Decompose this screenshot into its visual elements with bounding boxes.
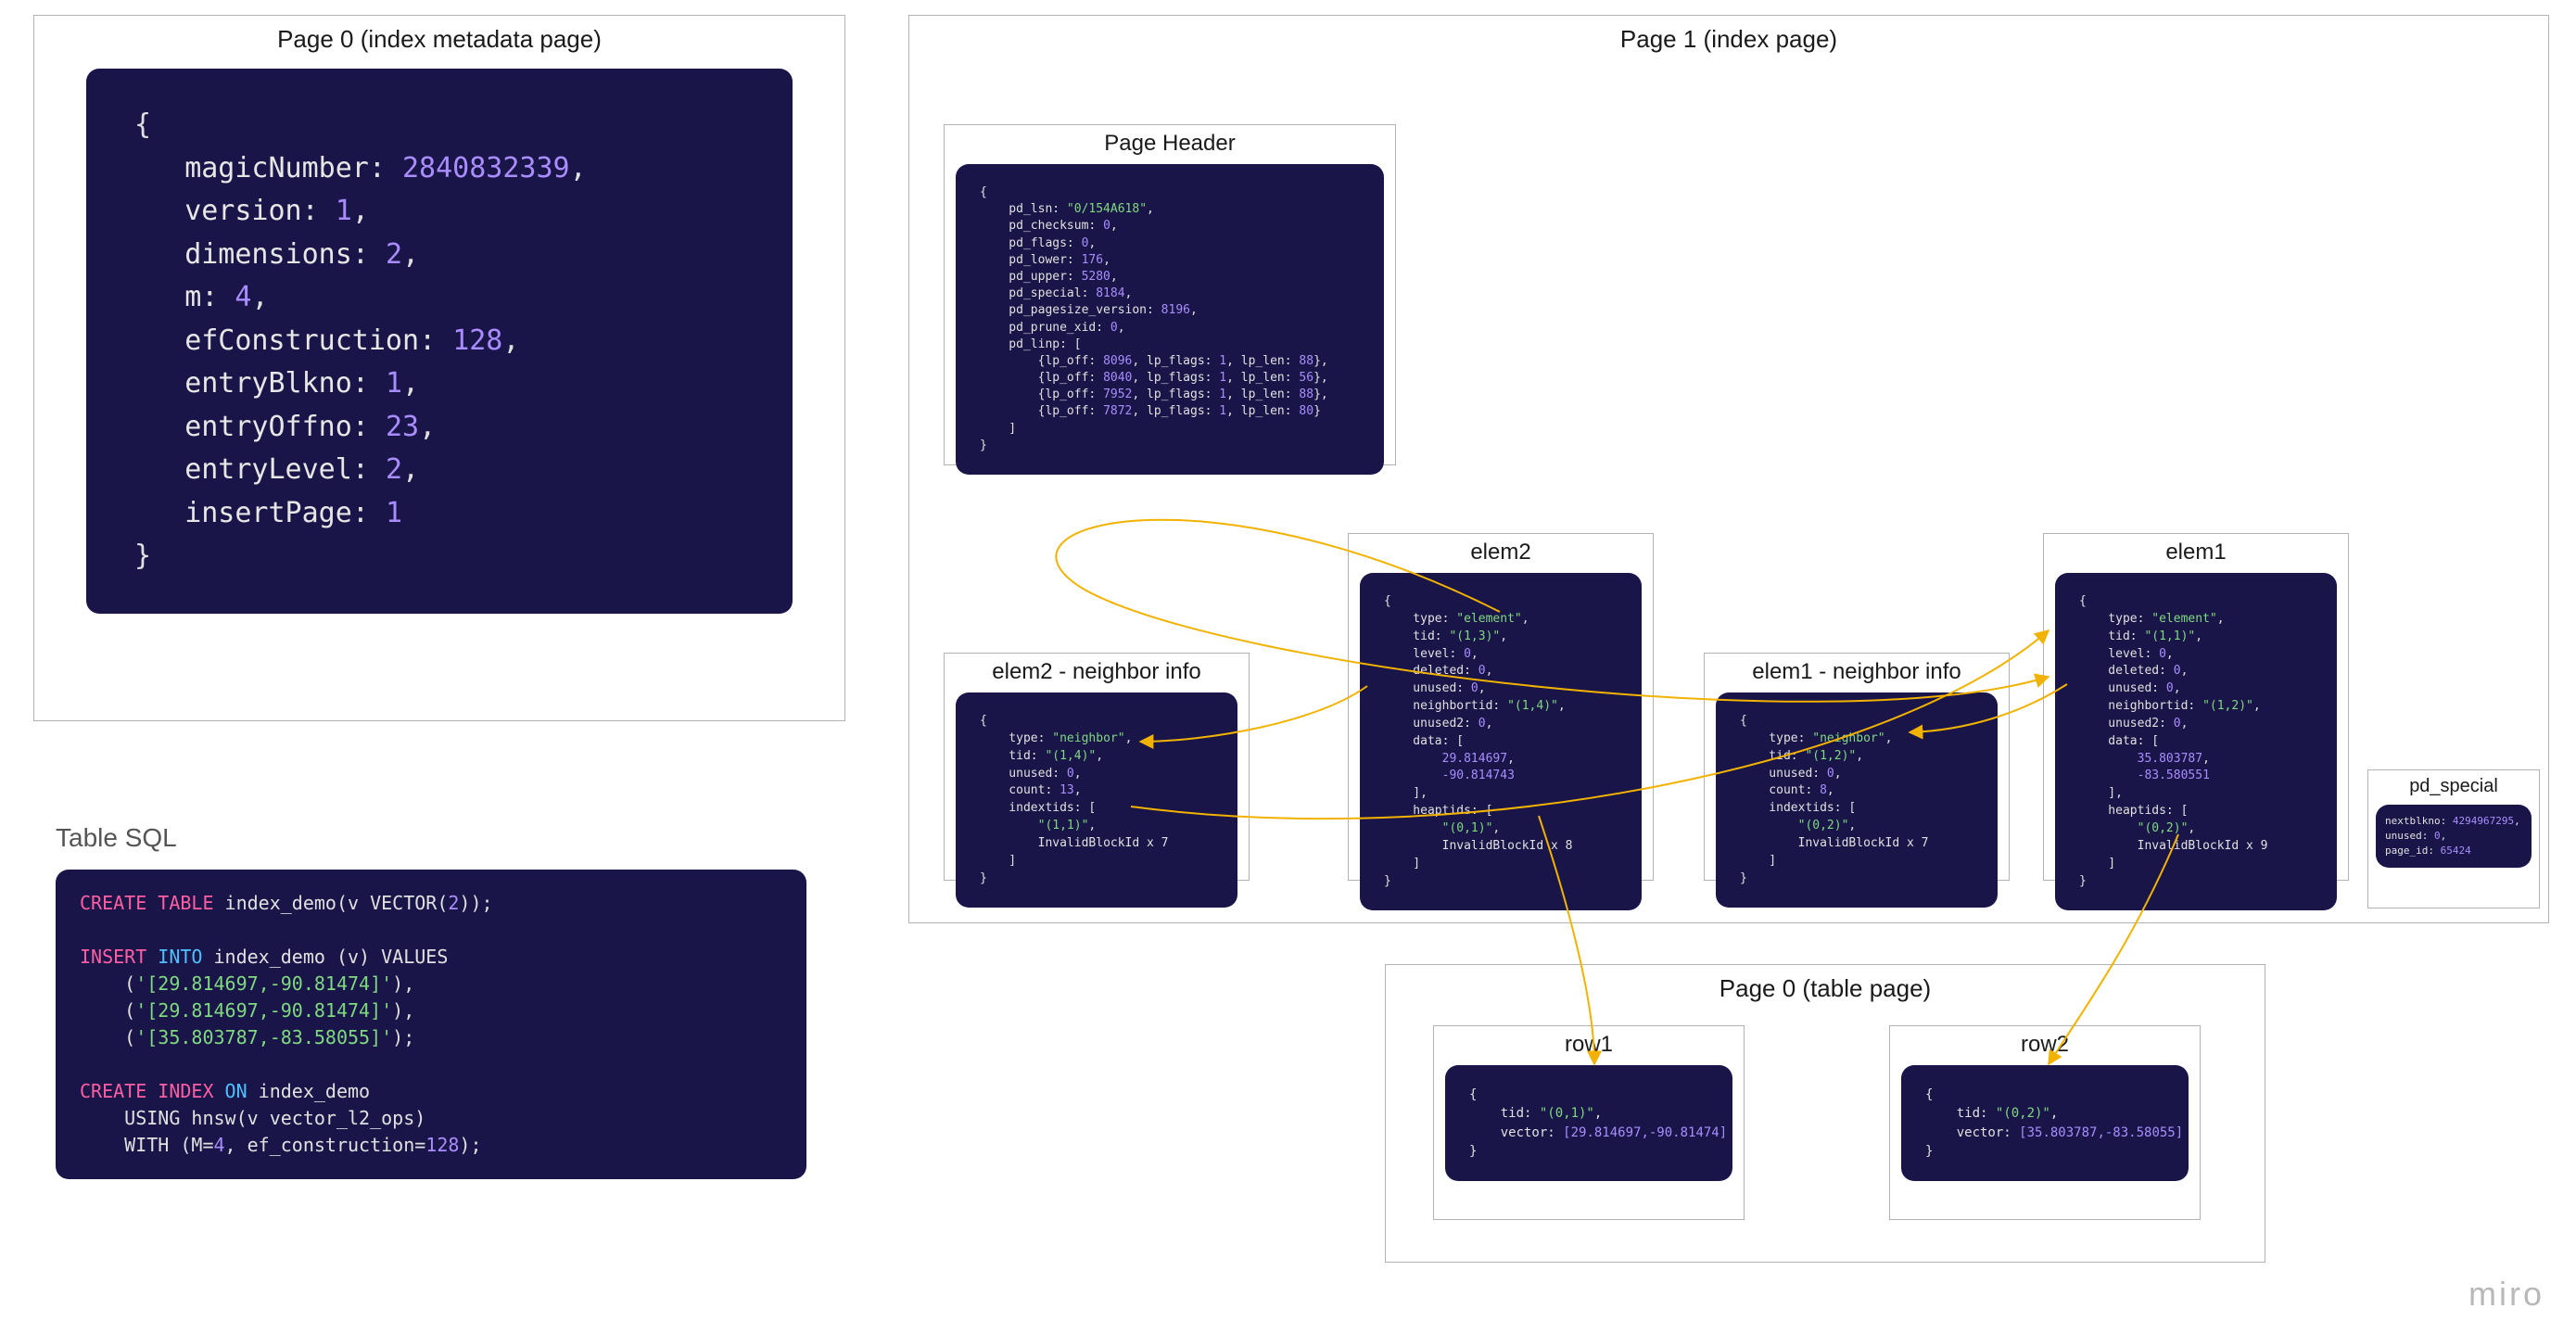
table-page-title: Page 0 (table page) — [1386, 965, 2265, 1018]
elem1-code: { type: "element", tid: "(1,1)", level: … — [2055, 573, 2337, 910]
page1-title: Page 1 (index page) — [909, 16, 2548, 69]
pd-special-code: nextblkno: 4294967295, unused: 0, page_i… — [2376, 805, 2532, 868]
row2-box: row2 { tid: "(0,2)", vector: [35.803787,… — [1889, 1025, 2201, 1220]
page-header-title: Page Header — [945, 125, 1395, 162]
row1-code: { tid: "(0,1)", vector: [29.814697,-90.8… — [1445, 1065, 1732, 1181]
elem1-neighbor-box: elem1 - neighbor info { type: "neighbor"… — [1704, 653, 2010, 881]
pd-special-box: pd_special nextblkno: 4294967295, unused… — [2367, 769, 2540, 908]
page0-metadata-panel: Page 0 (index metadata page) { magicNumb… — [33, 15, 845, 721]
page-header-code: { pd_lsn: "0/154A618", pd_checksum: 0, p… — [956, 164, 1384, 475]
elem1-title: elem1 — [2044, 534, 2348, 571]
pd-special-title: pd_special — [2368, 770, 2539, 803]
elem1-box: elem1 { type: "element", tid: "(1,1)", l… — [2043, 533, 2349, 881]
elem1-neighbor-code: { type: "neighbor", tid: "(1,2)", unused… — [1716, 692, 1998, 908]
elem1-neighbor-title: elem1 - neighbor info — [1705, 654, 2009, 691]
row1-box: row1 { tid: "(0,1)", vector: [29.814697,… — [1433, 1025, 1745, 1220]
elem2-neighbor-title: elem2 - neighbor info — [945, 654, 1249, 691]
elem2-neighbor-box: elem2 - neighbor info { type: "neighbor"… — [944, 653, 1250, 881]
row1-title: row1 — [1434, 1026, 1744, 1063]
table-sql-label: Table SQL — [56, 823, 177, 853]
page-header-box: Page Header { pd_lsn: "0/154A618", pd_ch… — [944, 124, 1396, 465]
elem2-code: { type: "element", tid: "(1,3)", level: … — [1360, 573, 1642, 910]
elem2-box: elem2 { type: "element", tid: "(1,3)", l… — [1348, 533, 1654, 881]
table-sql-code: CREATE TABLE index_demo(v VECTOR(2)); IN… — [56, 870, 806, 1179]
row2-title: row2 — [1890, 1026, 2200, 1063]
page0-metadata-code: { magicNumber: 2840832339, version: 1, d… — [86, 69, 793, 614]
miro-watermark: miro — [2468, 1275, 2544, 1314]
row2-code: { tid: "(0,2)", vector: [35.803787,-83.5… — [1901, 1065, 2189, 1181]
elem2-neighbor-code: { type: "neighbor", tid: "(1,4)", unused… — [956, 692, 1237, 908]
elem2-title: elem2 — [1349, 534, 1653, 571]
page0-metadata-title: Page 0 (index metadata page) — [34, 16, 844, 69]
